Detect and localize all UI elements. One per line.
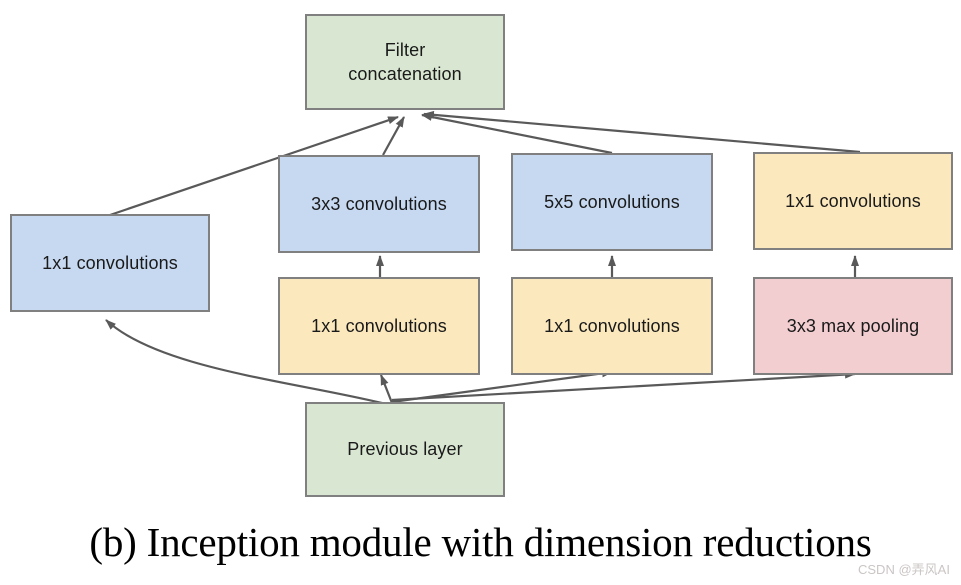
node-maxpool3x3[interactable]: 3x3 max pooling [753,277,953,375]
node-conv1x1-right-top-label: 1x1 convolutions [785,190,921,211]
node-conv3x3-label: 3x3 convolutions [311,193,447,214]
figure-canvas: Filter concatenation 1x1 convolutions 3x… [0,0,961,585]
edge-conv3x3-to-concat [382,116,405,156]
node-conv3x3[interactable]: 3x3 convolutions [278,155,480,253]
node-conv1x1-reduce-b-label: 1x1 convolutions [544,315,680,336]
node-conv1x1-left[interactable]: 1x1 convolutions [10,214,210,312]
node-previous-layer-label: Previous layer [347,439,463,460]
node-conv1x1-reduce-a-label: 1x1 convolutions [311,315,447,336]
edge-conv1x1-right-to-concat [423,110,861,154]
edge-conv5x5-to-concat [421,113,613,155]
node-filter-concatenation-label: Filter concatenation [348,39,462,84]
node-conv1x1-reduce-a[interactable]: 1x1 convolutions [278,277,480,375]
node-filter-concatenation[interactable]: Filter concatenation [305,14,505,110]
edge-previous-to-maxpool [391,370,856,402]
figure-caption: (b) Inception module with dimension redu… [89,519,872,565]
edge-previous-to-reduce-a [379,374,394,404]
node-previous-layer[interactable]: Previous layer [305,402,505,497]
node-conv5x5[interactable]: 5x5 convolutions [511,153,713,251]
node-conv1x1-reduce-b[interactable]: 1x1 convolutions [511,277,713,375]
node-conv1x1-right-top[interactable]: 1x1 convolutions [753,152,953,250]
node-conv5x5-label: 5x5 convolutions [544,191,680,212]
node-conv1x1-left-label: 1x1 convolutions [42,252,178,273]
watermark-text: CSDN @弄风AI [858,562,950,577]
node-maxpool3x3-label: 3x3 max pooling [786,315,920,336]
